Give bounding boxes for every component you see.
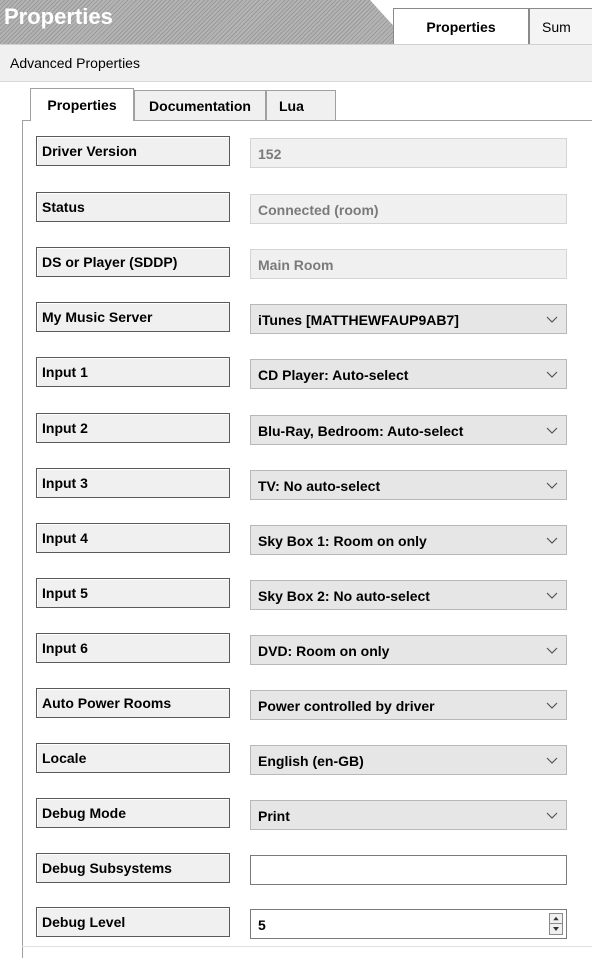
chevron-down-icon — [546, 592, 558, 599]
input-1-select[interactable]: CD Player: Auto-select — [250, 359, 567, 389]
property-label: Debug Mode — [36, 798, 230, 828]
panel-bottom-divider — [22, 946, 592, 947]
debug-level-spinner — [549, 913, 563, 935]
chevron-down-icon — [546, 482, 558, 489]
chevron-down-icon — [546, 757, 558, 764]
select-value: TV: No auto-select — [258, 478, 381, 494]
property-row-music-server: My Music Server iTunes [MATTHEWFAUP9AB7] — [36, 302, 576, 334]
chevron-down-icon — [546, 537, 558, 544]
title-bar: Properties Properties Sum — [0, 0, 592, 44]
property-label: Debug Subsystems — [36, 853, 230, 883]
property-label: Status — [36, 192, 230, 222]
debug-level-input[interactable]: 5 — [250, 909, 567, 939]
debug-mode-select[interactable]: Print — [250, 800, 567, 830]
property-row-input-3: Input 3 TV: No auto-select — [36, 468, 576, 500]
property-row-debug-level: Debug Level 5 — [36, 907, 576, 939]
locale-select[interactable]: English (en-GB) — [250, 745, 567, 775]
chevron-down-icon — [546, 316, 558, 323]
spinner-up-icon[interactable] — [550, 914, 562, 924]
property-row-input-6: Input 6 DVD: Room on only — [36, 633, 576, 665]
tab-inner-properties[interactable]: Properties — [30, 88, 134, 121]
input-6-select[interactable]: DVD: Room on only — [250, 635, 567, 665]
property-row-debug-mode: Debug Mode Print — [36, 798, 576, 830]
property-label: Input 2 — [36, 413, 230, 443]
property-row-driver-version: Driver Version 152 — [36, 136, 576, 168]
select-value: Sky Box 2: No auto-select — [258, 588, 430, 604]
select-value: Power controlled by driver — [258, 698, 435, 714]
tab-lua[interactable]: Lua — [266, 90, 336, 120]
property-label: Input 5 — [36, 578, 230, 608]
music-server-select[interactable]: iTunes [MATTHEWFAUP9AB7] — [250, 304, 567, 334]
driver-version-value: 152 — [250, 138, 567, 168]
property-row-input-1: Input 1 CD Player: Auto-select — [36, 357, 576, 389]
tab-properties[interactable]: Properties — [393, 8, 529, 44]
property-row-input-4: Input 4 Sky Box 1: Room on only — [36, 523, 576, 555]
property-label: Auto Power Rooms — [36, 688, 230, 718]
property-label: Input 4 — [36, 523, 230, 553]
select-value: English (en-GB) — [258, 753, 364, 769]
tab-documentation[interactable]: Documentation — [134, 90, 266, 120]
property-label: Input 6 — [36, 633, 230, 663]
property-row-input-2: Input 2 Blu-Ray, Bedroom: Auto-select — [36, 413, 576, 445]
spinner-down-icon[interactable] — [550, 924, 562, 934]
select-value: Sky Box 1: Room on only — [258, 533, 427, 549]
input-3-select[interactable]: TV: No auto-select — [250, 470, 567, 500]
property-label: Input 3 — [36, 468, 230, 498]
property-row-ds-player: DS or Player (SDDP) Main Room — [36, 247, 576, 279]
chevron-down-icon — [546, 427, 558, 434]
property-row-auto-power-rooms: Auto Power Rooms Power controlled by dri… — [36, 688, 576, 720]
property-row-debug-subsystems: Debug Subsystems — [36, 853, 576, 885]
debug-subsystems-input[interactable] — [250, 855, 567, 885]
select-value: DVD: Room on only — [258, 643, 390, 659]
chevron-down-icon — [546, 812, 558, 819]
input-4-select[interactable]: Sky Box 1: Room on only — [250, 525, 567, 555]
property-label: Input 1 — [36, 357, 230, 387]
advanced-properties-header: Advanced Properties — [0, 44, 592, 82]
debug-level-value: 5 — [258, 917, 266, 933]
property-label: My Music Server — [36, 302, 230, 332]
status-value: Connected (room) — [250, 194, 567, 224]
select-value: Blu-Ray, Bedroom: Auto-select — [258, 423, 464, 439]
property-row-locale: Locale English (en-GB) — [36, 743, 576, 775]
chevron-down-icon — [546, 371, 558, 378]
chevron-down-icon — [546, 647, 558, 654]
inner-tab-bar: Properties Documentation Lua — [22, 88, 592, 121]
chevron-down-icon — [546, 702, 558, 709]
ds-player-value: Main Room — [250, 249, 567, 279]
select-value: Print — [258, 808, 290, 824]
property-label: Driver Version — [36, 136, 230, 166]
property-label: Locale — [36, 743, 230, 773]
property-row-status: Status Connected (room) — [36, 192, 576, 224]
input-2-select[interactable]: Blu-Ray, Bedroom: Auto-select — [250, 415, 567, 445]
property-label: Debug Level — [36, 907, 230, 937]
select-value: CD Player: Auto-select — [258, 367, 409, 383]
auto-power-rooms-select[interactable]: Power controlled by driver — [250, 690, 567, 720]
input-5-select[interactable]: Sky Box 2: No auto-select — [250, 580, 567, 610]
property-label: DS or Player (SDDP) — [36, 247, 230, 277]
select-value: iTunes [MATTHEWFAUP9AB7] — [258, 312, 459, 328]
window-title: Properties — [4, 4, 113, 29]
property-row-input-5: Input 5 Sky Box 2: No auto-select — [36, 578, 576, 610]
tab-summary[interactable]: Sum — [529, 8, 592, 44]
